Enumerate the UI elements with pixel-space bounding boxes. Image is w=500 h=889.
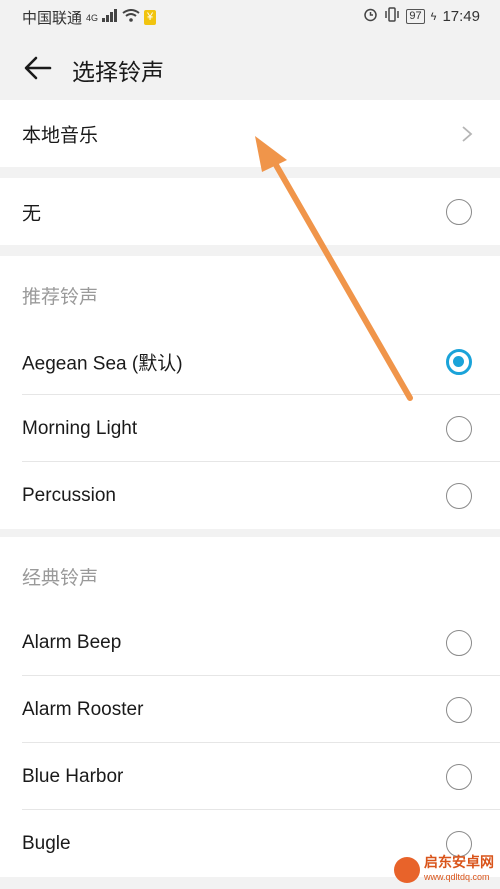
ringtone-label: Alarm Rooster <box>22 698 144 720</box>
page-title: 选择铃声 <box>72 59 164 85</box>
section-title: 推荐铃声 <box>22 287 99 308</box>
ringtone-label: Blue Harbor <box>22 765 124 787</box>
watermark-logo-icon <box>394 857 420 883</box>
radio-button[interactable] <box>446 629 472 656</box>
ringtone-item-alarm-beep[interactable]: Alarm Beep <box>0 609 500 676</box>
ringtone-label: 无 <box>22 203 42 224</box>
network-type: 4G <box>86 12 99 23</box>
chevron-right-icon <box>462 125 473 142</box>
watermark-text: 启东安卓网 <box>424 854 494 870</box>
back-button[interactable] <box>22 52 54 84</box>
wifi-icon <box>122 9 140 26</box>
section-title: 经典铃声 <box>22 568 99 589</box>
radio-button[interactable] <box>446 763 472 790</box>
local-music-item[interactable]: 本地音乐 <box>0 100 500 167</box>
ringtone-item-none[interactable]: 无 <box>0 178 500 245</box>
radio-button-selected[interactable] <box>446 348 472 375</box>
radio-button[interactable] <box>446 482 472 509</box>
alarm-icon <box>363 7 378 26</box>
payment-badge-icon: ¥ <box>144 10 157 25</box>
ringtone-item-blue-harbor[interactable]: Blue Harbor <box>0 743 500 810</box>
local-music-card: 本地音乐 <box>0 100 500 167</box>
status-bar: 中国联通 4G ¥ 97 ϟ 17:49 <box>0 0 500 34</box>
ringtone-label: Morning Light <box>22 417 138 439</box>
ringtone-item-morning-light[interactable]: Morning Light <box>0 395 500 462</box>
watermark-url: www.qdltdq.com <box>424 872 490 882</box>
battery-icon: 97 <box>406 9 425 24</box>
ringtone-item-alarm-rooster[interactable]: Alarm Rooster <box>0 676 500 743</box>
top-app-bar: 选择铃声 <box>0 34 500 100</box>
watermark: 启东安卓网 www.qdltdq.com <box>394 855 494 885</box>
classic-section: 经典铃声 Alarm Beep Alarm Rooster Blue Harbo… <box>0 537 500 877</box>
vibrate-icon <box>384 7 400 26</box>
none-option-card: 无 <box>0 178 500 245</box>
ringtone-label: Alarm Beep <box>22 631 122 653</box>
ringtone-item-percussion[interactable]: Percussion <box>0 462 500 529</box>
section-header: 经典铃声 <box>0 537 500 609</box>
local-music-label: 本地音乐 <box>22 125 99 146</box>
section-header: 推荐铃声 <box>0 256 500 328</box>
clock-time: 17:49 <box>442 8 480 25</box>
ringtone-item-aegean-sea[interactable]: Aegean Sea (默认) <box>0 328 500 395</box>
arrow-left-icon <box>24 56 52 80</box>
watermark-text-block: 启东安卓网 www.qdltdq.com <box>424 855 494 885</box>
carrier-name: 中国联通 <box>22 10 83 27</box>
radio-button[interactable] <box>446 415 472 442</box>
recommended-section: 推荐铃声 Aegean Sea (默认) Morning Light Percu… <box>0 256 500 529</box>
radio-button[interactable] <box>446 198 472 225</box>
ringtone-label: Bugle <box>22 832 71 854</box>
ringtone-label: Aegean Sea (默认) <box>22 353 183 374</box>
ringtone-label: Percussion <box>22 484 116 506</box>
charging-icon: ϟ <box>430 10 437 23</box>
signal-icon <box>102 9 118 26</box>
radio-button[interactable] <box>446 830 472 857</box>
status-right: 97 ϟ 17:49 <box>363 7 480 26</box>
status-left: 中国联通 4G ¥ <box>22 7 157 28</box>
radio-button[interactable] <box>446 696 472 723</box>
